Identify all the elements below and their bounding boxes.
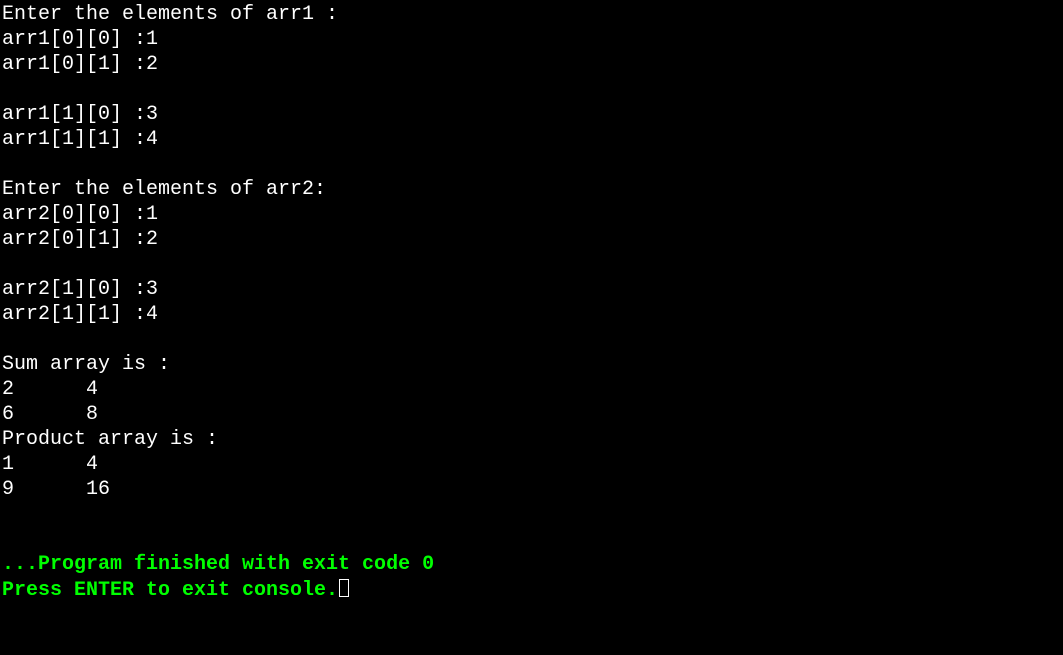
output-line: arr1[0][0] :1: [2, 27, 1063, 52]
output-line: [2, 252, 1063, 277]
output-line: [2, 152, 1063, 177]
output-line: arr2[1][0] :3: [2, 277, 1063, 302]
output-line: arr2[0][0] :1: [2, 202, 1063, 227]
output-line: arr2[0][1] :2: [2, 227, 1063, 252]
output-line: 6 8: [2, 402, 1063, 427]
console-output: Enter the elements of arr1 : arr1[0][0] …: [2, 2, 1063, 603]
output-line: [2, 77, 1063, 102]
output-line: Enter the elements of arr1 :: [2, 2, 1063, 27]
output-line: Product array is :: [2, 427, 1063, 452]
output-line: arr1[1][0] :3: [2, 102, 1063, 127]
output-line: arr1[0][1] :2: [2, 52, 1063, 77]
output-line: [2, 327, 1063, 352]
output-line: arr2[1][1] :4: [2, 302, 1063, 327]
output-line: arr1[1][1] :4: [2, 127, 1063, 152]
output-line: Enter the elements of arr2:: [2, 177, 1063, 202]
cursor-icon: [339, 579, 349, 597]
prompt-message: Press ENTER to exit console.: [2, 579, 338, 602]
output-line: Sum array is :: [2, 352, 1063, 377]
output-line: 1 4: [2, 452, 1063, 477]
output-line: 9 16: [2, 477, 1063, 502]
exit-message: ...Program finished with exit code 0: [2, 552, 1063, 577]
output-line: [2, 527, 1063, 552]
output-line: 2 4: [2, 377, 1063, 402]
prompt-line[interactable]: Press ENTER to exit console.: [2, 577, 1063, 603]
output-line: [2, 502, 1063, 527]
